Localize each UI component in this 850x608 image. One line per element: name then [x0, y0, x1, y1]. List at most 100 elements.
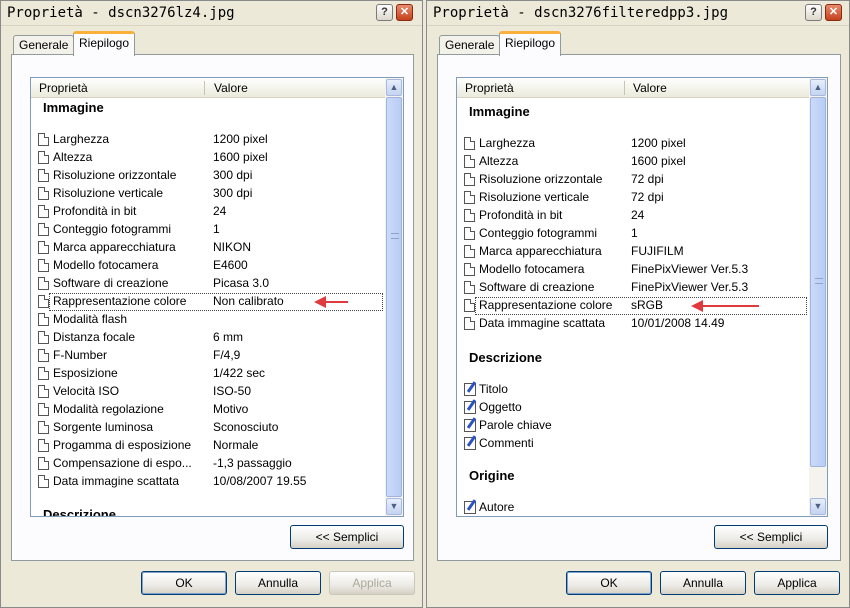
list-item[interactable]: Distanza focale 6 mm [35, 329, 385, 347]
column-value[interactable]: Valore [214, 81, 248, 95]
document-icon [38, 151, 49, 164]
group-descrizione: Descrizione [469, 350, 542, 365]
simple-view-button[interactable]: << Semplici [290, 525, 404, 549]
property-label: Marca apparecchiatura [53, 240, 176, 254]
column-property[interactable]: Proprietà [465, 81, 514, 95]
cancel-button[interactable]: Annulla [660, 571, 746, 595]
apply-button[interactable]: Applica [329, 571, 415, 595]
property-label: Software di creazione [53, 276, 169, 290]
column-property[interactable]: Proprietà [39, 81, 88, 95]
column-separator[interactable] [204, 81, 205, 95]
document-icon [38, 187, 49, 200]
list-item[interactable]: Risoluzione orizzontale 72 dpi [461, 171, 809, 189]
ok-button[interactable]: OK [566, 571, 652, 595]
list-item[interactable]: Larghezza 1200 pixel [35, 131, 385, 149]
title-bar[interactable]: Proprietà - dscn3276lz4.jpg ? ✕ [1, 1, 422, 26]
scroll-down-button[interactable]: ▼ [386, 498, 402, 515]
list-item[interactable]: Larghezza 1200 pixel [461, 135, 809, 153]
list-item[interactable]: Autore [461, 499, 809, 516]
document-icon [38, 277, 49, 290]
list-item[interactable]: Modalità regolazione Motivo [35, 401, 385, 419]
list-item[interactable]: F-Number F/4,9 [35, 347, 385, 365]
list-item[interactable]: Modello fotocamera E4600 [35, 257, 385, 275]
list-item[interactable]: Risoluzione orizzontale 300 dpi [35, 167, 385, 185]
annotation-arrow [316, 301, 348, 303]
list-item[interactable]: Software di creazione FinePixViewer Ver.5… [461, 279, 809, 297]
document-icon [38, 313, 49, 326]
document-icon [38, 349, 49, 362]
list-item[interactable]: Marca apparecchiatura FUJIFILM [461, 243, 809, 261]
property-value: Non calibrato [213, 294, 284, 308]
list-item[interactable]: Titolo [461, 381, 809, 399]
help-button[interactable]: ? [805, 4, 822, 21]
property-label: Risoluzione verticale [53, 186, 164, 200]
help-button[interactable]: ? [376, 4, 393, 21]
property-value: Sconosciuto [213, 420, 279, 434]
apply-button[interactable]: Applica [754, 571, 840, 595]
cancel-button[interactable]: Annulla [235, 571, 321, 595]
document-icon [464, 155, 475, 168]
property-label: Compensazione di espo... [53, 456, 192, 470]
list-item[interactable]: Altezza 1600 pixel [461, 153, 809, 171]
properties-list[interactable]: Proprietà Valore Immagine Larghezza 1200 … [30, 77, 404, 517]
list-item[interactable]: Progamma di esposizione Normale [35, 437, 385, 455]
ok-button[interactable]: OK [141, 571, 227, 595]
document-icon [464, 173, 475, 186]
list-item[interactable]: Altezza 1600 pixel [35, 149, 385, 167]
list-item[interactable]: Modello fotocamera FinePixViewer Ver.5.3 [461, 261, 809, 279]
list-item[interactable]: Esposizione 1/422 sec [35, 365, 385, 383]
close-button[interactable]: ✕ [825, 4, 842, 21]
title-bar[interactable]: Proprietà - dscn3276filteredpp3.jpg ? ✕ [427, 1, 849, 26]
scroll-down-button[interactable]: ▼ [810, 498, 826, 515]
list-item[interactable]: Commenti [461, 435, 809, 453]
list-item[interactable]: Risoluzione verticale 300 dpi [35, 185, 385, 203]
list-item[interactable]: Marca apparecchiatura NIKON [35, 239, 385, 257]
scroll-thumb[interactable] [386, 97, 402, 497]
list-item[interactable]: Conteggio fotogrammi 1 [461, 225, 809, 243]
vertical-scrollbar[interactable]: ▲ ▼ [809, 78, 827, 516]
tab-generale[interactable]: Generale [439, 35, 501, 55]
properties-list[interactable]: Proprietà Valore Immagine Larghezza 1200 … [456, 77, 828, 517]
property-value: sRGB [631, 298, 664, 312]
vertical-scrollbar[interactable]: ▲ ▼ [385, 78, 403, 516]
list-item[interactable]: Risoluzione verticale 72 dpi [461, 189, 809, 207]
list-item[interactable]: Data immagine scattata 10/01/2008 14.49 [461, 315, 809, 333]
list-item[interactable]: Profondità in bit 24 [35, 203, 385, 221]
property-label: Profondità in bit [53, 204, 137, 218]
document-icon [38, 241, 49, 254]
property-value: 24 [631, 208, 645, 222]
column-value[interactable]: Valore [633, 81, 667, 95]
property-label: Risoluzione orizzontale [53, 168, 177, 182]
property-label: Esposizione [53, 366, 118, 380]
tab-riepilogo[interactable]: Riepilogo [73, 31, 136, 56]
list-item[interactable]: Parole chiave [461, 417, 809, 435]
property-value: 10/08/2007 19.55 [213, 474, 307, 488]
list-item[interactable]: Sorgente luminosa Sconosciuto [35, 419, 385, 437]
scroll-thumb[interactable] [810, 97, 826, 467]
list-item[interactable]: Software di creazione Picasa 3.0 [35, 275, 385, 293]
list-item[interactable]: Modalità flash [35, 311, 385, 329]
list-item[interactable]: Data immagine scattata 10/08/2007 19.55 [35, 473, 385, 491]
property-value: FinePixViewer Ver.5.3 [631, 262, 749, 276]
tab-generale[interactable]: Generale [13, 35, 75, 55]
property-label: Titolo [479, 382, 508, 396]
document-icon [38, 439, 49, 452]
scroll-up-button[interactable]: ▲ [386, 79, 402, 96]
list-item[interactable]: Velocità ISO ISO-50 [35, 383, 385, 401]
property-label: Data immagine scattata [53, 474, 180, 488]
list-item[interactable]: Profondità in bit 24 [461, 207, 809, 225]
column-separator[interactable] [624, 81, 625, 95]
tab-riepilogo[interactable]: Riepilogo [499, 31, 562, 56]
property-value: 1600 pixel [631, 154, 686, 168]
property-value: -1,3 passaggio [213, 456, 292, 470]
document-icon [464, 317, 475, 330]
property-value: F/4,9 [213, 348, 241, 362]
tab-panel: Proprietà Valore Immagine Larghezza 1200 … [11, 54, 414, 561]
list-item[interactable]: Conteggio fotogrammi 1 [35, 221, 385, 239]
list-item[interactable]: Oggetto [461, 399, 809, 417]
close-button[interactable]: ✕ [396, 4, 413, 21]
property-label: Conteggio fotogrammi [479, 226, 598, 240]
scroll-up-button[interactable]: ▲ [810, 79, 826, 96]
simple-view-button[interactable]: << Semplici [714, 525, 828, 549]
list-item[interactable]: Compensazione di espo... -1,3 passaggio [35, 455, 385, 473]
